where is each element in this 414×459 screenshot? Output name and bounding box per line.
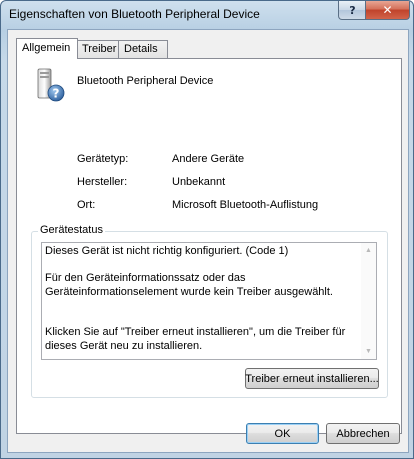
help-icon: ? bbox=[349, 3, 356, 17]
dialog-client-area: Allgemein Treiber Details ? Bluetooth Pe… bbox=[7, 29, 409, 453]
status-line-action: Klicken Sie auf "Treiber erneut installi… bbox=[45, 326, 346, 352]
reinstall-driver-button[interactable]: Treiber erneut installieren... bbox=[245, 368, 379, 389]
svg-text:?: ? bbox=[53, 87, 60, 101]
property-label-type: Gerätetyp: bbox=[77, 153, 129, 165]
tab-page-allgemein: ? Bluetooth Peripheral Device Gerätetyp:… bbox=[16, 58, 402, 434]
tab-details[interactable]: Details bbox=[118, 40, 168, 58]
scroll-down-arrow-icon[interactable]: ▼ bbox=[361, 344, 376, 359]
cancel-button[interactable]: Abbrechen bbox=[326, 423, 400, 444]
status-line-code: Dieses Gerät ist nicht richtig konfiguri… bbox=[45, 245, 289, 257]
device-status-textbox[interactable]: Dieses Gerät ist nicht richtig konfiguri… bbox=[41, 242, 377, 360]
status-scrollbar[interactable]: ▲ ▼ bbox=[361, 243, 376, 359]
device-status-title: Gerätestatus bbox=[38, 224, 105, 236]
properties-dialog: Eigenschaften von Bluetooth Peripheral D… bbox=[0, 0, 414, 459]
property-label-location: Ort: bbox=[77, 199, 96, 211]
status-line-reason: Für den Geräteinformationssatz oder das … bbox=[45, 272, 333, 298]
device-status-group: Gerätestatus Dieses Gerät ist nicht rich… bbox=[31, 224, 388, 398]
window-title: Eigenschaften von Bluetooth Peripheral D… bbox=[9, 7, 260, 21]
property-value-manufacturer: Unbekannt bbox=[172, 176, 226, 188]
close-icon: ✕ bbox=[382, 3, 393, 17]
property-value-location: Microsoft Bluetooth-Auflistung bbox=[172, 199, 319, 211]
device-status-text: Dieses Gerät ist nicht richtig konfiguri… bbox=[45, 245, 357, 353]
property-value-type: Andere Geräte bbox=[172, 153, 245, 165]
tab-allgemein[interactable]: Allgemein bbox=[16, 38, 78, 59]
help-button[interactable]: ? bbox=[338, 1, 367, 20]
device-name: Bluetooth Peripheral Device bbox=[77, 75, 214, 87]
ok-button[interactable]: OK bbox=[246, 423, 319, 444]
property-label-manufacturer: Hersteller: bbox=[77, 176, 128, 188]
title-bar[interactable]: Eigenschaften von Bluetooth Peripheral D… bbox=[1, 1, 413, 29]
unknown-device-icon: ? bbox=[37, 68, 65, 102]
scroll-up-arrow-icon[interactable]: ▲ bbox=[361, 243, 376, 258]
close-button[interactable]: ✕ bbox=[365, 1, 410, 20]
